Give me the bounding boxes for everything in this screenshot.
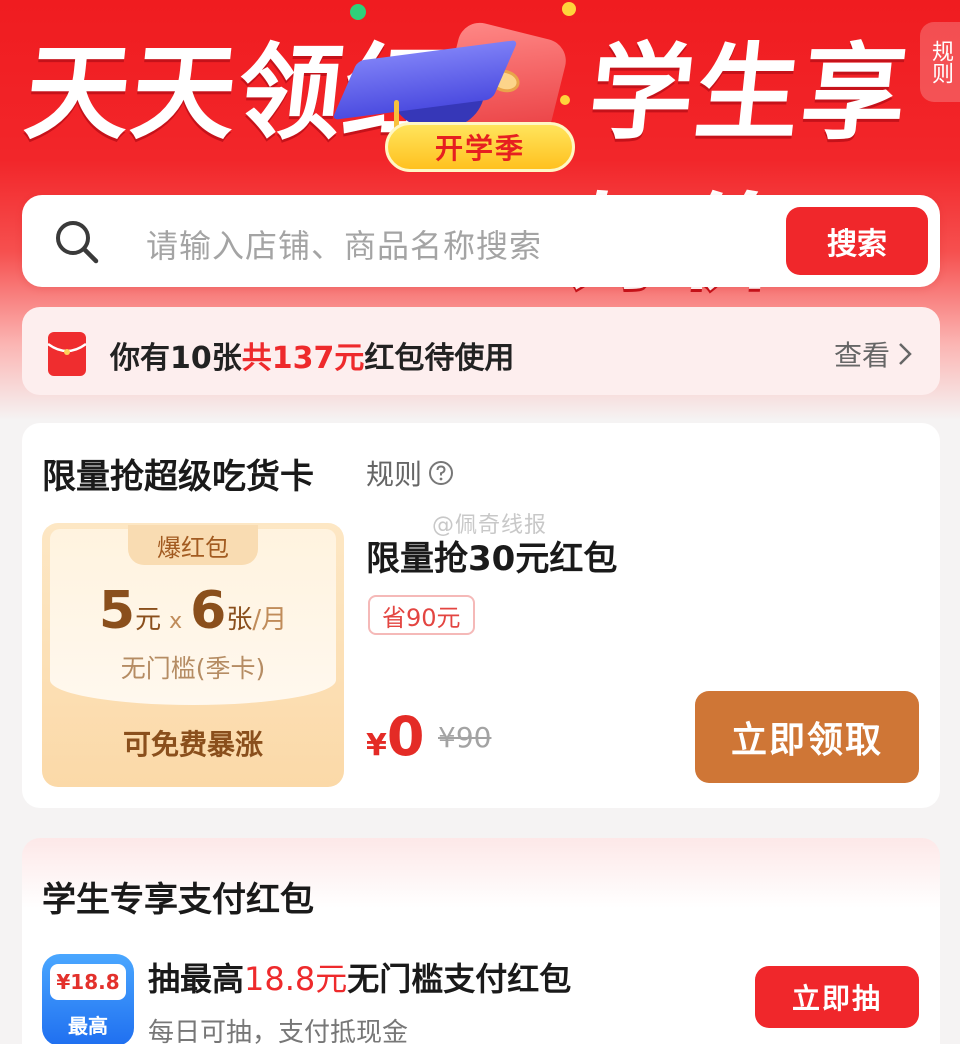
app-icon-coupon: ¥18.8	[50, 964, 126, 1000]
draw-title-highlight: 18.8元	[244, 960, 348, 998]
red-envelope-icon	[48, 332, 86, 376]
chevron-right-icon	[899, 343, 912, 365]
help-circle-icon	[429, 461, 454, 485]
draw-title-suffix: 无门槛支付红包	[347, 960, 572, 998]
search-icon	[56, 221, 99, 264]
season-badge: 开学季	[385, 122, 575, 172]
draw-title-prefix: 抽最高	[148, 960, 245, 998]
section-title: 限量抢超级吃货卡	[42, 457, 314, 497]
notice-text-prefix: 你有10张	[110, 341, 242, 376]
food-card-section: 限量抢超级吃货卡 规则 @佩奇线报 爆红包 5元 x 6张/月 无门槛(季卡) 可免…	[22, 423, 940, 808]
notice-text-suffix: 红包待使用	[364, 341, 515, 376]
rules-link[interactable]: 规则	[366, 453, 454, 493]
price-symbol: ¥	[366, 728, 387, 763]
ticket-amount-unit: 元	[135, 605, 162, 635]
view-link[interactable]: 查看	[834, 334, 912, 374]
payment-coupon-icon: ¥18.8 最高	[42, 954, 134, 1044]
ticket-times-sign: x	[169, 609, 183, 634]
claim-button[interactable]: 立即领取	[695, 691, 919, 783]
draw-subtitle: 每日可抽，支付抵现金	[148, 1018, 409, 1044]
ticket-badge: 爆红包	[128, 525, 258, 565]
section-title: 学生专享支付红包	[42, 880, 314, 920]
ticket-count-unit: 张	[226, 605, 253, 635]
ticket-condition: 无门槛(季卡)	[120, 654, 266, 683]
rules-tab[interactable]: 规则	[920, 22, 960, 102]
coupon-notice[interactable]: 你有10张共137元红包待使用 查看	[22, 307, 940, 395]
ticket-footer: 可免费暴涨	[122, 728, 263, 761]
rules-label: 规则	[366, 458, 423, 491]
student-coupon-section: 学生专享支付红包 ¥18.8 最高 抽最高18.8元无门槛支付红包 每日可抽，支…	[22, 838, 940, 1044]
ticket-period: /月	[252, 605, 288, 635]
draw-button[interactable]: 立即抽	[755, 966, 919, 1028]
save-tag: 省90元	[368, 595, 475, 635]
confetti-dot	[562, 2, 576, 16]
search-button[interactable]: 搜索	[786, 207, 928, 275]
ticket-count: 6	[190, 581, 227, 641]
coupon-ticket[interactable]: 爆红包 5元 x 6张/月 无门槛(季卡) 可免费暴涨	[42, 523, 344, 787]
search-input[interactable]: 请输入店铺、商品名称搜索	[146, 221, 542, 267]
original-price: ¥90	[438, 721, 492, 754]
ticket-amount: 5元 x 6张/月	[42, 581, 344, 641]
notice-text-highlight: 共137元	[241, 341, 365, 376]
current-price: ¥0	[366, 705, 424, 768]
app-icon-label: 最高	[68, 1014, 108, 1038]
offer-title: 限量抢30元红包	[366, 539, 618, 579]
ticket-amount-value: 5	[98, 581, 136, 641]
draw-title: 抽最高18.8元无门槛支付红包	[148, 954, 571, 1000]
view-link-label: 查看	[833, 339, 890, 372]
price-value: 0	[386, 705, 425, 768]
coupon-notice-text: 你有10张共137元红包待使用	[110, 333, 514, 377]
search-bar[interactable]: 请输入店铺、商品名称搜索 搜索	[22, 195, 940, 287]
